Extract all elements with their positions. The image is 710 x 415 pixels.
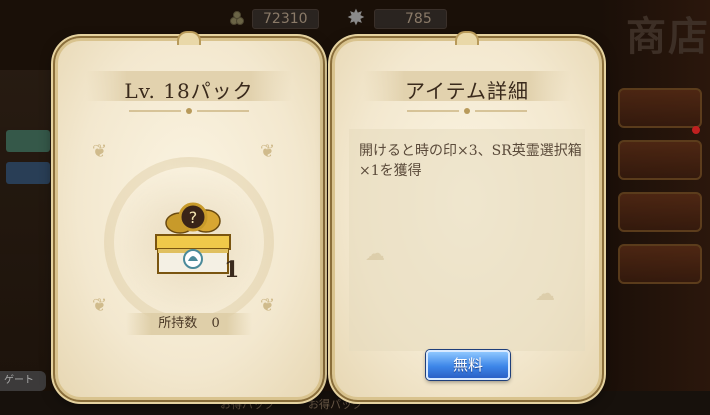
free-button[interactable]: 無料	[426, 350, 510, 380]
side-tab	[618, 140, 702, 180]
leaf-ornament-icon: ❦	[260, 141, 276, 162]
pack-title: Lv. 18パック	[124, 79, 254, 103]
leaf-ornament-icon: ❦	[92, 295, 108, 316]
leaf-ornament-icon: ❦	[260, 295, 276, 316]
notification-dot	[692, 126, 700, 134]
side-tab	[618, 88, 702, 128]
coin-counter: 72310	[230, 8, 319, 30]
detail-title: アイテム詳細	[405, 79, 529, 103]
title-ornament	[407, 108, 527, 114]
shop-sidebar	[600, 0, 710, 415]
side-tab	[618, 244, 702, 284]
owned-count-bar: 所持数 0	[126, 313, 252, 335]
side-tab	[618, 192, 702, 232]
background-shelf	[0, 70, 60, 370]
cloud-ornament-icon: ☁	[365, 241, 385, 265]
leaf-ornament-icon: ❦	[92, 141, 108, 162]
coin-value: 72310	[252, 9, 319, 29]
title-ornament	[129, 108, 249, 114]
left-tab: ゲート	[0, 371, 46, 391]
coin-icon	[230, 11, 246, 27]
star-counter: ✸ 785	[338, 6, 447, 31]
pack-panel: Lv. 18パック ❦ ❦ ❦ ❦ ? 1 所持数 0	[55, 38, 323, 400]
item-description: 開けると時の印×3、SR英霊選択箱×1を獲得	[359, 143, 582, 179]
pack-quantity: 1	[224, 257, 240, 283]
owned-count: 0	[211, 316, 220, 331]
cloud-ornament-icon: ☁	[535, 281, 555, 305]
item-detail-panel: アイテム詳細 ☁ ☁ 開けると時の印×3、SR英霊選択箱×1を獲得 無料	[332, 38, 602, 400]
owned-label: 所持数	[158, 316, 198, 331]
svg-text:?: ?	[189, 208, 198, 227]
shop-title: 商店	[626, 13, 710, 60]
star-value: 785	[374, 9, 447, 29]
star-icon: ✸	[346, 6, 366, 31]
